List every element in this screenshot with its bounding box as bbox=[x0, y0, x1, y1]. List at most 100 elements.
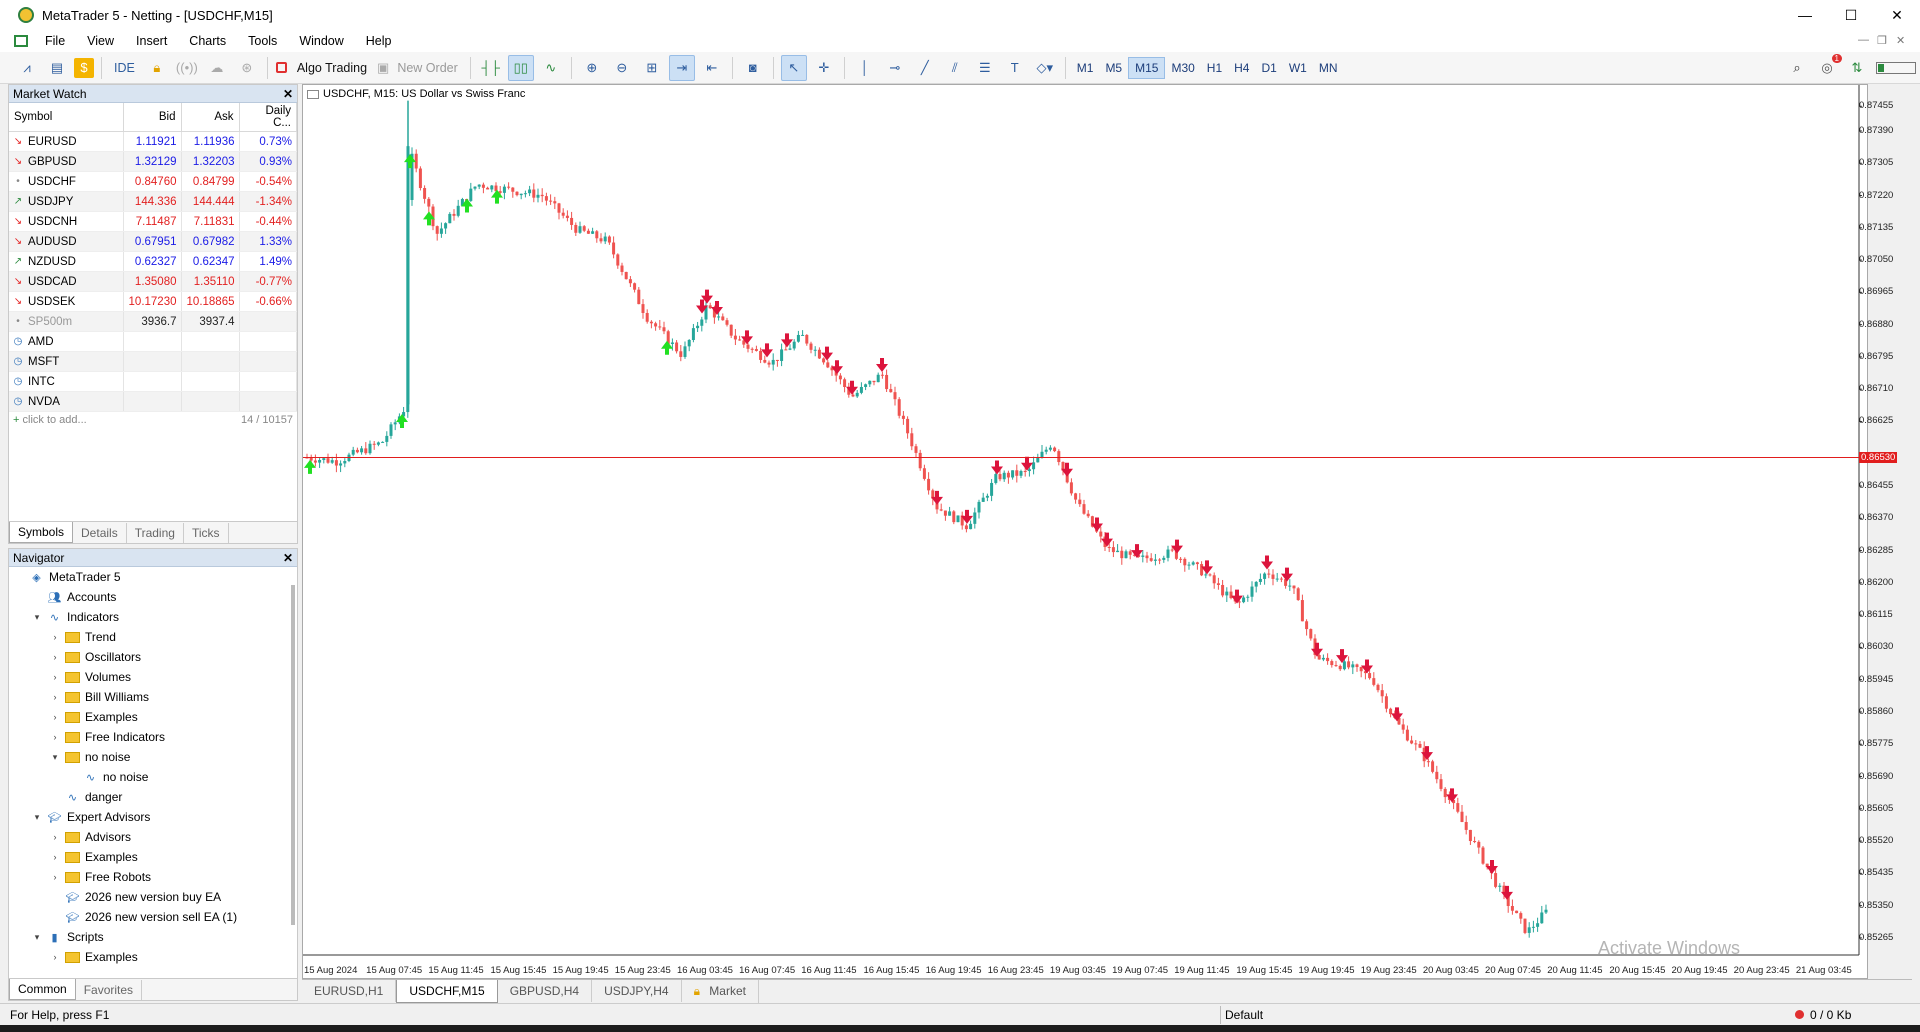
timeframe-m5[interactable]: M5 bbox=[1099, 57, 1128, 79]
lock-icon[interactable]: 🔒︎ bbox=[144, 55, 170, 81]
expand-toggle-icon[interactable]: › bbox=[49, 632, 61, 642]
expand-toggle-icon[interactable]: › bbox=[49, 732, 61, 742]
search-icon[interactable]: ⌕ bbox=[1784, 55, 1810, 81]
market-watch-row[interactable]: ◷ MSFT bbox=[9, 351, 297, 372]
tab-details[interactable]: Details bbox=[73, 523, 127, 543]
col-bid[interactable]: Bid bbox=[123, 103, 182, 132]
market-watch-row[interactable]: ◷ INTC bbox=[9, 371, 297, 392]
trendline-icon[interactable]: ╱ bbox=[912, 55, 938, 81]
expand-toggle-icon[interactable]: › bbox=[49, 852, 61, 862]
expand-toggle-icon[interactable]: › bbox=[49, 692, 61, 702]
timeframe-m1[interactable]: M1 bbox=[1071, 57, 1100, 79]
market-watch-row[interactable]: ↗ USDJPY 144.336 144.444 -1.34% bbox=[9, 191, 297, 212]
signals-icon[interactable]: ((•)) bbox=[174, 55, 200, 81]
autoscroll-icon[interactable]: ⇥ bbox=[668, 54, 695, 81]
vps-icon[interactable]: ⊛ bbox=[234, 55, 260, 81]
navigator-item[interactable]: › Oscillators bbox=[9, 647, 297, 667]
horizontal-line-icon[interactable]: ⊸ bbox=[882, 55, 908, 81]
maximize-button[interactable]: ☐ bbox=[1828, 0, 1874, 30]
timeframe-mn[interactable]: MN bbox=[1313, 57, 1344, 79]
menu-view[interactable]: View bbox=[76, 34, 125, 48]
tab-common[interactable]: Common bbox=[9, 979, 76, 1000]
navigator-item[interactable]: ∿ no noise bbox=[9, 767, 297, 787]
market-watch-row[interactable]: ↘ USDCNH 7.11487 7.11831 -0.44% bbox=[9, 211, 297, 232]
chart-tab-market[interactable]: 🔒︎ Market bbox=[682, 980, 759, 1003]
col-ask[interactable]: Ask bbox=[181, 103, 240, 132]
minimize-button[interactable]: — bbox=[1782, 0, 1828, 30]
profiles-icon[interactable]: ▤ bbox=[44, 55, 70, 81]
menu-file[interactable]: File bbox=[34, 34, 76, 48]
signal-strength-icon[interactable]: ⇅ bbox=[1844, 55, 1870, 81]
navigator-item[interactable]: ▾ 🎓︎ Expert Advisors bbox=[9, 807, 297, 827]
zoom-in-icon[interactable]: ⊕ bbox=[579, 55, 605, 81]
vertical-line-icon[interactable]: │ bbox=[852, 55, 878, 81]
mdi-restore-icon[interactable]: ❐ bbox=[1877, 34, 1887, 47]
navigator-item[interactable]: 🎓︎ 2026 new version sell EA (1) bbox=[9, 907, 297, 927]
market-watch-row[interactable]: ↗ NZDUSD 0.62327 0.62347 1.49% bbox=[9, 251, 297, 272]
expand-toggle-icon[interactable]: › bbox=[49, 872, 61, 882]
expand-toggle-icon[interactable]: ▾ bbox=[31, 612, 43, 623]
navigator-item[interactable]: ◈ MetaTrader 5 bbox=[9, 567, 297, 587]
menu-insert[interactable]: Insert bbox=[125, 34, 178, 48]
chart-shift-icon[interactable]: ⇤ bbox=[699, 55, 725, 81]
timeframe-m30[interactable]: M30 bbox=[1165, 57, 1200, 79]
new-chart-icon[interactable]: ⩘ bbox=[14, 55, 40, 81]
navigator-item[interactable]: ▾ ▮ Scripts bbox=[9, 927, 297, 947]
tab-favorites[interactable]: Favorites bbox=[76, 980, 143, 1000]
chart-window[interactable]: USDCHF, M15: US Dollar vs Swiss Franc 0.… bbox=[302, 84, 1898, 980]
expand-toggle-icon[interactable]: › bbox=[49, 672, 61, 682]
menu-charts[interactable]: Charts bbox=[178, 34, 237, 48]
menu-window[interactable]: Window bbox=[288, 34, 354, 48]
tile-windows-icon[interactable]: ⊞ bbox=[639, 55, 665, 81]
navigator-item[interactable]: › Examples bbox=[9, 707, 297, 727]
market-watch-row[interactable]: ↘ EURUSD 1.11921 1.11936 0.73% bbox=[9, 131, 297, 152]
navigator-item[interactable]: › Examples bbox=[9, 947, 297, 967]
market-watch-row[interactable]: ↘ USDCAD 1.35080 1.35110 -0.77% bbox=[9, 271, 297, 292]
market-watch-row[interactable]: ◷ AMD bbox=[9, 331, 297, 352]
navigator-item[interactable]: › Advisors bbox=[9, 827, 297, 847]
navigator-item[interactable]: › Free Indicators bbox=[9, 727, 297, 747]
cloud-icon[interactable]: ☁ bbox=[204, 55, 230, 81]
navigator-item[interactable]: ▾ no noise bbox=[9, 747, 297, 767]
cursor-icon[interactable]: ↖ bbox=[780, 54, 807, 81]
market-watch-row[interactable]: • USDCHF 0.84760 0.84799 -0.54% bbox=[9, 171, 297, 192]
chart-tab-usdchf[interactable]: USDCHF,M15 bbox=[396, 980, 498, 1003]
mdi-close-icon[interactable]: ✕ bbox=[1896, 34, 1905, 47]
chart-tab-usdjpy[interactable]: USDJPY,H4 bbox=[592, 980, 682, 1002]
timeframe-h4[interactable]: H4 bbox=[1228, 57, 1255, 79]
market-watch-row[interactable]: ◷ NVDA bbox=[9, 391, 297, 412]
tab-symbols[interactable]: Symbols bbox=[9, 522, 74, 543]
status-profile[interactable]: Default bbox=[1225, 1008, 1795, 1022]
navigator-item[interactable]: ∿ danger bbox=[9, 787, 297, 807]
expand-toggle-icon[interactable]: › bbox=[49, 652, 61, 662]
algo-trading-button[interactable]: Algo Trading bbox=[275, 55, 372, 81]
navigator-item[interactable]: › Examples bbox=[9, 847, 297, 867]
market-watch-close-icon[interactable]: ✕ bbox=[283, 87, 293, 101]
navigator-item[interactable]: › Trend bbox=[9, 627, 297, 647]
line-chart-icon[interactable]: ∿ bbox=[538, 55, 564, 81]
tab-ticks[interactable]: Ticks bbox=[184, 523, 229, 543]
add-symbol-row[interactable]: + click to add... 14 / 10157 bbox=[9, 412, 297, 428]
shapes-icon[interactable]: ◇▾ bbox=[1032, 55, 1058, 81]
market-icon[interactable]: $ bbox=[74, 57, 94, 78]
price-chart[interactable] bbox=[303, 85, 1869, 980]
expand-toggle-icon[interactable]: › bbox=[49, 712, 61, 722]
market-watch-row[interactable]: • SP500m 3936.7 3937.4 bbox=[9, 311, 297, 332]
navigator-close-icon[interactable]: ✕ bbox=[283, 551, 293, 565]
navigator-scrollbar[interactable] bbox=[291, 585, 295, 925]
chart-tab-eurusd[interactable]: EURUSD,H1 bbox=[302, 980, 397, 1002]
candlestick-icon[interactable]: ▯▯ bbox=[507, 54, 534, 81]
market-watch-row[interactable]: ↘ GBPUSD 1.32129 1.32203 0.93% bbox=[9, 151, 297, 172]
bar-chart-icon[interactable]: ┤├ bbox=[478, 55, 504, 81]
expand-toggle-icon[interactable]: › bbox=[49, 952, 61, 962]
expand-toggle-icon[interactable]: ▾ bbox=[49, 752, 61, 763]
screenshot-icon[interactable]: ◙ bbox=[740, 55, 766, 81]
col-daily-change[interactable]: Daily C... bbox=[239, 103, 297, 132]
col-symbol[interactable]: Symbol bbox=[9, 103, 124, 132]
navigator-item[interactable]: 👥︎ Accounts bbox=[9, 587, 297, 607]
text-icon[interactable]: T bbox=[1002, 55, 1028, 81]
zoom-out-icon[interactable]: ⊖ bbox=[609, 55, 635, 81]
navigator-item[interactable]: › Free Robots bbox=[9, 867, 297, 887]
expand-toggle-icon[interactable]: ▾ bbox=[31, 812, 43, 823]
menu-tools[interactable]: Tools bbox=[237, 34, 288, 48]
